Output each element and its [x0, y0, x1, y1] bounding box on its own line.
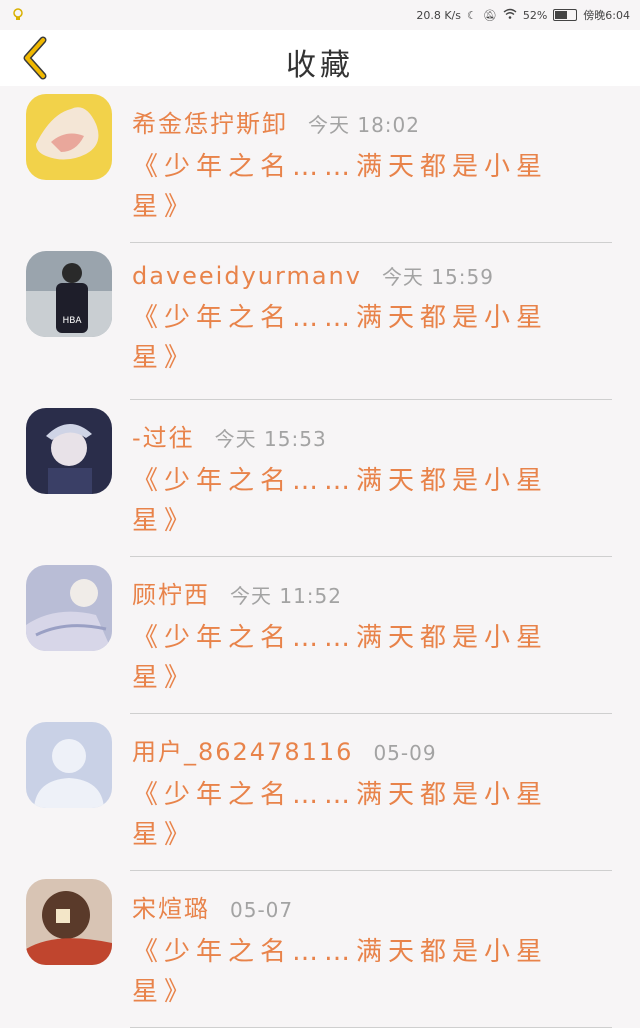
status-bar: 20.8 K/s ☾ 🔕︎ 52% 傍晚6:04 [0, 0, 640, 30]
timestamp: 今天 15:53 [214, 427, 327, 451]
username[interactable]: 希金恁拧斯卸 [132, 104, 288, 139]
avatar[interactable] [26, 94, 112, 180]
timestamp: 今天 11:52 [230, 584, 342, 608]
list-item[interactable]: 用户_862478116 05-09 《少年之名……满天都是小星星》 [0, 714, 640, 871]
list-item[interactable]: HBA daveeidyurmanv 今天 15:59 《少年之名……满天都是小… [0, 243, 640, 400]
wifi-icon [503, 8, 517, 22]
username[interactable]: daveeidyurmanv [132, 262, 362, 290]
battery-percent: 52% [522, 8, 548, 22]
list-item[interactable]: 顾柠西 今天 11:52 《少年之名……满天都是小星星》 [0, 557, 640, 714]
username[interactable]: 顾柠西 [132, 575, 210, 610]
favorite-content[interactable]: 《少年之名……满天都是小星星》 [132, 932, 572, 1012]
favorites-list: 希金恁拧斯卸 今天 18:02 《少年之名……满天都是小星星》 HBA dave… [0, 86, 640, 1028]
timestamp: 05-07 [230, 898, 294, 922]
clock: 傍晚6:04 [583, 9, 630, 22]
favorite-content[interactable]: 《少年之名……满天都是小星星》 [132, 298, 572, 378]
moon-icon: ☾ [467, 8, 477, 22]
favorite-content[interactable]: 《少年之名……满天都是小星星》 [132, 461, 572, 541]
favorite-content[interactable]: 《少年之名……满天都是小星星》 [132, 618, 572, 698]
list-item[interactable]: -过往 今天 15:53 《少年之名……满天都是小星星》 [0, 400, 640, 557]
list-item[interactable]: 宋煊璐 05-07 《少年之名……满天都是小星星》 [0, 871, 640, 1028]
username[interactable]: 用户_862478116 [132, 732, 353, 767]
page-title: 收藏 [286, 48, 354, 83]
avatar[interactable]: HBA [26, 251, 112, 337]
avatar[interactable] [26, 408, 112, 494]
avatar[interactable] [26, 879, 112, 965]
svg-text:HBA: HBA [62, 316, 82, 326]
network-speed: 20.8 K/s [416, 8, 461, 22]
timestamp: 今天 18:02 [308, 113, 420, 137]
timestamp: 今天 15:59 [381, 265, 494, 289]
default-avatar[interactable] [26, 722, 112, 808]
mute-icon: 🔕︎ [482, 8, 497, 22]
list-item[interactable]: 希金恁拧斯卸 今天 18:02 《少年之名……满天都是小星星》 [0, 86, 640, 243]
avatar[interactable] [26, 565, 112, 651]
username[interactable]: 宋煊璐 [132, 889, 210, 924]
timestamp: 05-09 [373, 741, 437, 765]
username[interactable]: -过往 [132, 418, 195, 453]
header: 收藏 [0, 30, 640, 86]
favorite-content[interactable]: 《少年之名……满天都是小星星》 [132, 775, 572, 855]
status-indicators: 20.8 K/s ☾ 🔕︎ 52% 傍晚6:04 [416, 7, 630, 23]
bulb-icon [10, 6, 26, 22]
battery-icon [553, 9, 578, 21]
favorite-content[interactable]: 《少年之名……满天都是小星星》 [132, 147, 572, 227]
